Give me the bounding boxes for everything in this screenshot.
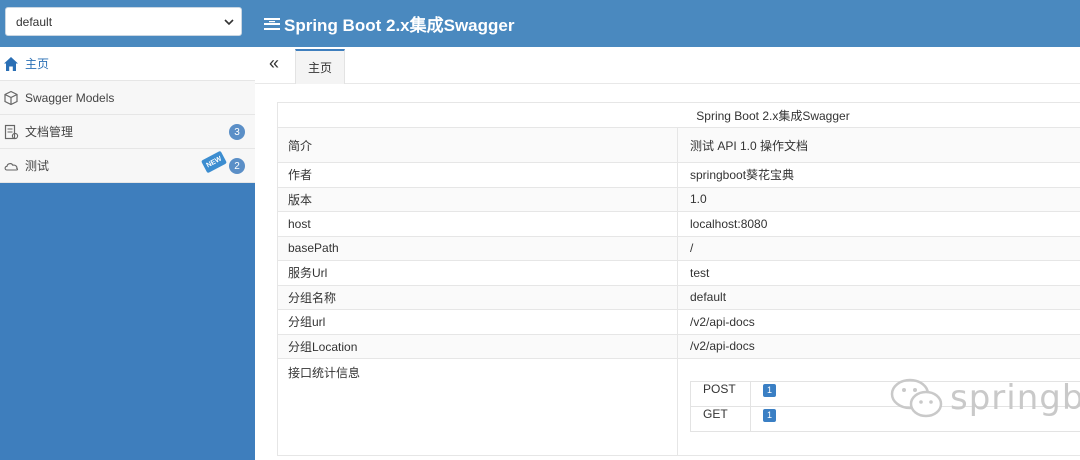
sidebar-item-label: 测试: [25, 159, 50, 173]
info-key: basePath: [277, 235, 678, 261]
cloud-icon: [4, 162, 19, 171]
info-value: localhost:8080: [677, 211, 1080, 237]
sidebar-menu: 主页 Swagger Models 文档管理 3 测试 NEW 2: [0, 47, 255, 183]
info-key: 分组url: [277, 309, 678, 335]
info-key: host: [277, 211, 678, 237]
sidebar-item-label: 主页: [25, 57, 50, 71]
info-key: 作者: [277, 162, 678, 188]
info-key: 分组名称: [277, 284, 678, 310]
http-method: GET: [690, 406, 751, 432]
table-row: 分组url /v2/api-docs: [277, 309, 1080, 335]
method-count: 1: [762, 384, 776, 397]
table-row: 简介 测试 API 1.0 操作文档: [277, 127, 1080, 163]
count-badge: 3: [229, 124, 245, 140]
new-tag: NEW: [201, 150, 227, 174]
table-row: host localhost:8080: [277, 211, 1080, 237]
info-value: 1.0: [677, 186, 1080, 212]
info-key: 版本: [277, 186, 678, 212]
app-title-text: Spring Boot 2.x集成Swagger: [284, 16, 515, 35]
info-value: springboot葵花宝典: [677, 162, 1080, 188]
tab-home[interactable]: 主页: [295, 49, 345, 84]
group-select-value: default: [16, 14, 53, 29]
info-value: /v2/api-docs: [677, 333, 1080, 359]
watermark: springbo: [888, 376, 1080, 420]
top-header: default Spring Boot 2.x集成Swagger: [0, 0, 1080, 47]
sidebar-item-swagger-models[interactable]: Swagger Models: [0, 81, 255, 115]
info-value: test: [677, 260, 1080, 286]
tab-bar: « 主页: [255, 47, 1080, 84]
table-row: 分组Location /v2/api-docs: [277, 333, 1080, 359]
count-badge: 2: [229, 158, 245, 174]
info-value: 测试 API 1.0 操作文档: [677, 127, 1080, 163]
home-icon: [4, 56, 18, 71]
chevron-down-icon: [224, 19, 234, 26]
info-value: /: [677, 235, 1080, 261]
cube-icon: [4, 90, 18, 105]
table-row: basePath /: [277, 235, 1080, 261]
sidebar: 主页 Swagger Models 文档管理 3 测试 NEW 2: [0, 47, 255, 460]
info-value: default: [677, 284, 1080, 310]
menu-icon[interactable]: [264, 17, 280, 31]
info-key: 接口统计信息: [277, 358, 678, 456]
watermark-text: springbo: [950, 378, 1080, 418]
table-row: 版本 1.0: [277, 186, 1080, 212]
method-count: 1: [762, 409, 776, 422]
info-key: 服务Url: [277, 260, 678, 286]
table-row: 分组名称 default: [277, 284, 1080, 310]
info-value: /v2/api-docs: [677, 309, 1080, 335]
wechat-icon: [890, 378, 943, 418]
table-row: 服务Url test: [277, 260, 1080, 286]
document-icon: [4, 124, 19, 139]
info-key: 分组Location: [277, 333, 678, 359]
sidebar-item-label: Swagger Models: [25, 90, 115, 105]
collapse-sidebar-button[interactable]: «: [269, 54, 285, 72]
info-key: 简介: [277, 127, 678, 163]
app-title: Spring Boot 2.x集成Swagger: [264, 0, 514, 47]
sidebar-item-test[interactable]: 测试 NEW 2: [0, 149, 255, 183]
sidebar-item-docs[interactable]: 文档管理 3: [0, 115, 255, 149]
table-row: 作者 springboot葵花宝典: [277, 162, 1080, 188]
group-select[interactable]: default: [5, 7, 242, 36]
sidebar-item-home[interactable]: 主页: [0, 47, 255, 81]
sidebar-item-label: 文档管理: [25, 125, 74, 139]
http-method: POST: [690, 381, 751, 407]
info-table-title: Spring Boot 2.x集成Swagger: [277, 102, 1080, 128]
